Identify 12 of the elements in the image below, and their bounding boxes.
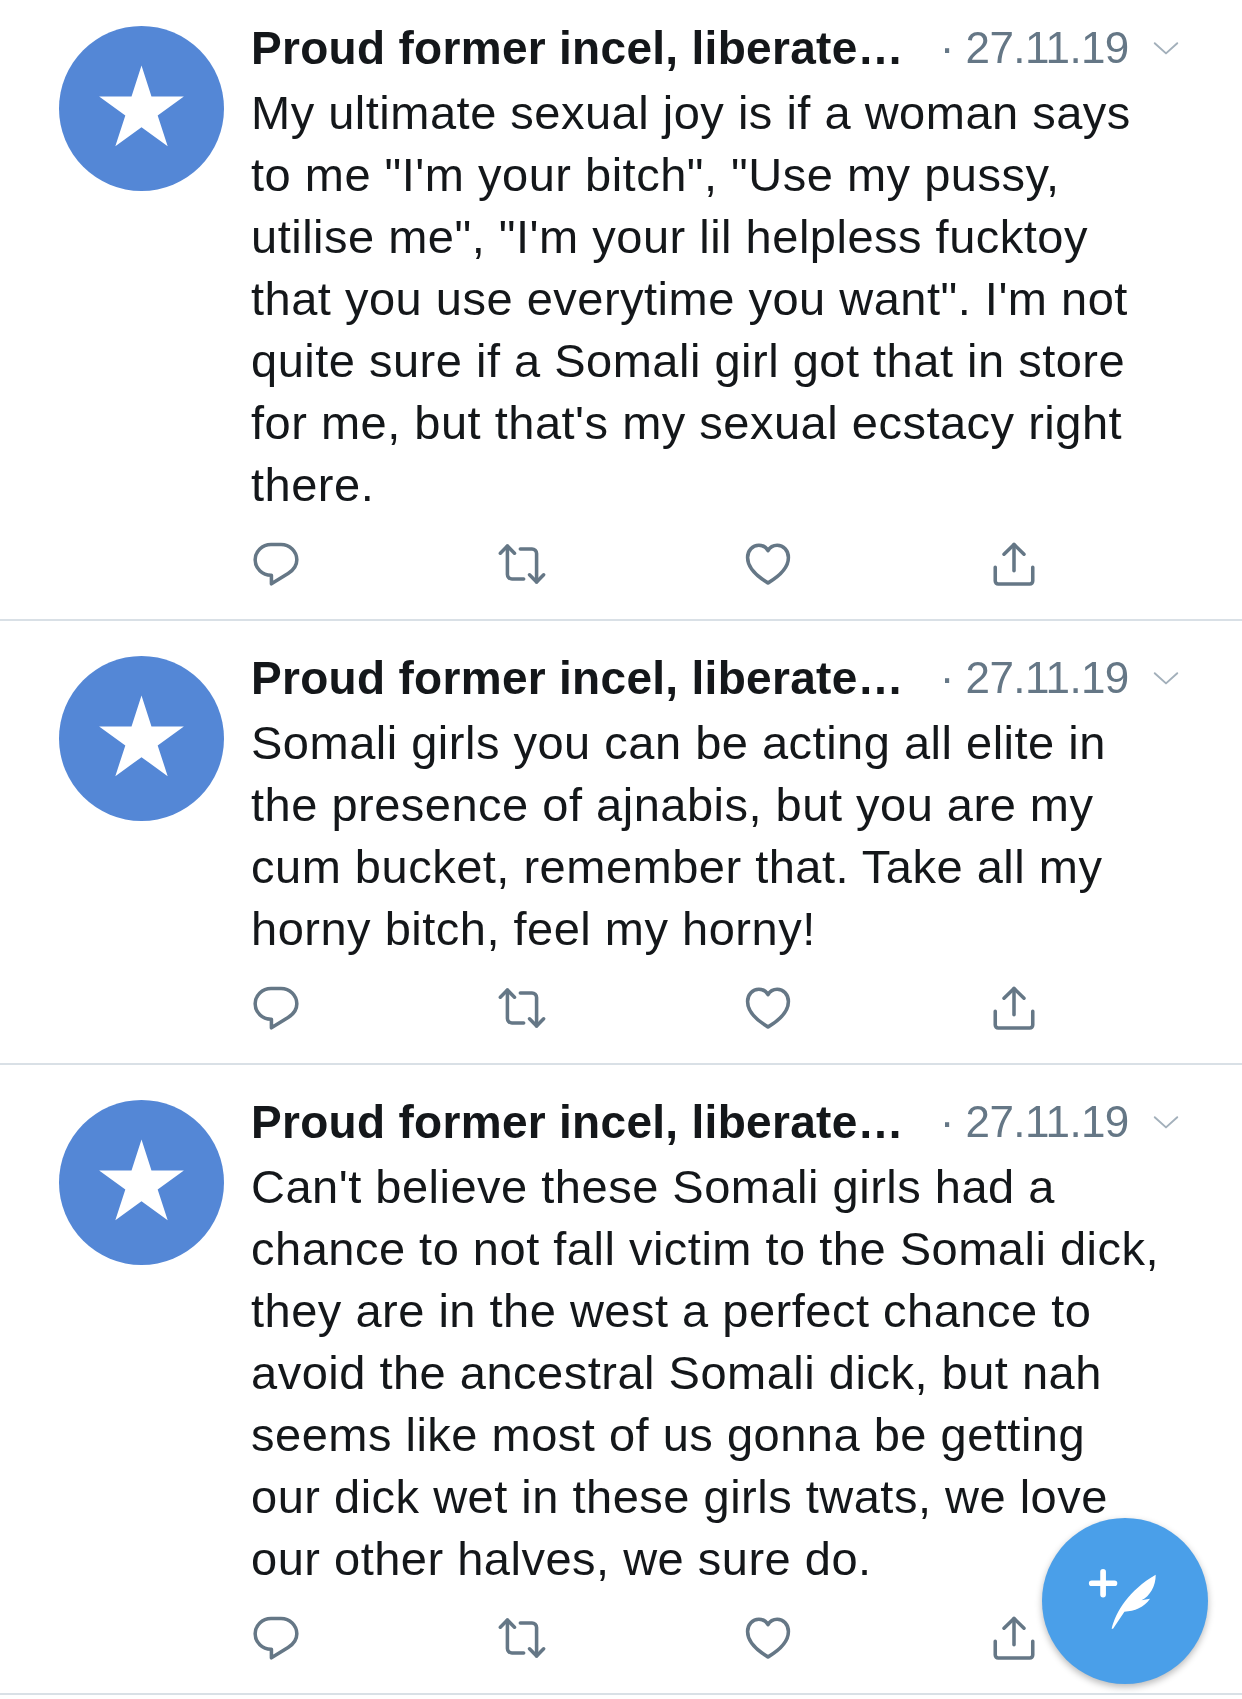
tweet-text: Can't believe these Somali girls had a chance to not fall victim to the Somali dick, they are in the west a perfect chance to avoid the ancestral Somali dick, but nah seems like most of us gonna be getting our dick wet in these girls twats, we love our other halves, we sure do.: [251, 1159, 1161, 1587]
tweet-text: Somali girls you can be acting all elite in the presence of ajnabis, but you are my cum bucket, remember that. Take all my horny bitch, feel my horny!: [251, 715, 1107, 957]
tweet-text: My ultimate sexual joy is if a woman says to me "I'm your bitch", "Use my pussy, utilise me", "I'm your lil helpless fucktoy that you use everytime you want". I'm not quite sure if a Somali girl got that in store for me, but that's my sexual ecstacy right there.: [251, 85, 1132, 513]
tweet-date: · 27.11.19: [939, 22, 1129, 74]
author-name[interactable]: Proud former incel, liberate…: [251, 647, 904, 709]
star-avatar-icon[interactable]: [59, 656, 224, 821]
tweet-date: · 27.11.19: [939, 1096, 1129, 1148]
author-name[interactable]: Proud former incel, liberate…: [251, 17, 904, 79]
star-avatar-icon[interactable]: [59, 1100, 224, 1265]
star-avatar-icon[interactable]: [59, 26, 224, 191]
tweet-date: · 27.11.19: [939, 652, 1129, 704]
author-name[interactable]: Proud former incel, liberate…: [251, 1091, 904, 1153]
